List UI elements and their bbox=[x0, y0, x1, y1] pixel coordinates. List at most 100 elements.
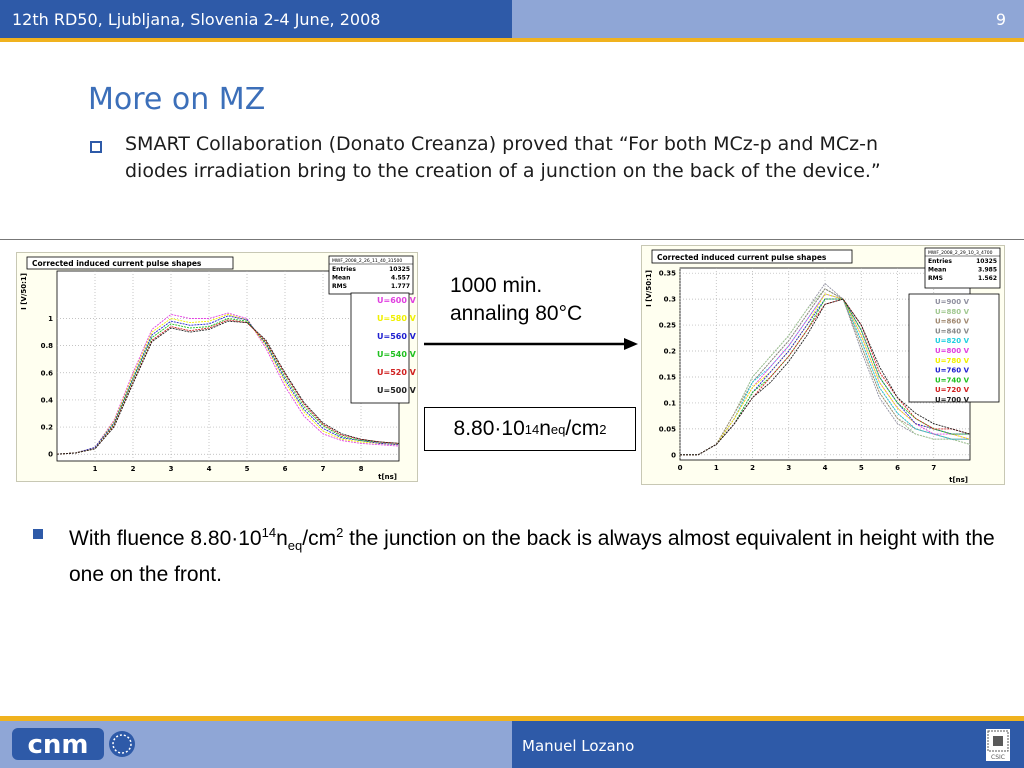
y-axis-label: I [V/50:1] bbox=[645, 270, 653, 307]
annealing-annotation: 1000 min. annaling 80°C bbox=[450, 272, 582, 328]
header-bar: 12th RD50, Ljubljana, Slovenia 2-4 June,… bbox=[0, 0, 1024, 38]
fluence-n: n bbox=[539, 417, 551, 440]
conclusion-exp: 14 bbox=[261, 525, 277, 540]
bullet-filled-icon bbox=[33, 529, 43, 539]
x-tick-label: 5 bbox=[859, 464, 864, 472]
x-tick-label: 7 bbox=[931, 464, 936, 472]
pulse-plot-left: 1 2 3 4 5 6 7 8 0 0.2 0.4 0.6 0.8 1 t[ns] I [V/50:1] Cor… bbox=[16, 252, 418, 482]
stats-row-value: 3.985 bbox=[978, 267, 997, 274]
y-axis-label: I [V/50:1] bbox=[20, 273, 28, 310]
legend-entry: U=500 V bbox=[377, 386, 417, 395]
x-tick-label: 8 bbox=[359, 465, 364, 473]
csic-logo-icon: CSIC bbox=[986, 729, 1010, 761]
y-tick-label: 0.05 bbox=[659, 425, 676, 433]
pulse-chart-left: 1 2 3 4 5 6 7 8 0 0.2 0.4 0.6 0.8 1 t[ns] I [V/50:1] Cor… bbox=[20, 255, 417, 481]
legend-entry: U=900 V bbox=[935, 298, 970, 306]
legend-entry: U=860 V bbox=[935, 318, 970, 326]
conclusion-text: With fluence 8.80·1014neq/cm2 the juncti… bbox=[69, 518, 1009, 589]
legend-entry: U=600 V bbox=[377, 296, 417, 305]
slide-title: More on MZ bbox=[88, 82, 266, 117]
x-tick-label: 2 bbox=[131, 465, 136, 473]
stats-row-value: 10325 bbox=[976, 258, 997, 265]
legend-entry: U=880 V bbox=[935, 308, 970, 316]
x-tick-label: 3 bbox=[169, 465, 174, 473]
conference-label: 12th RD50, Ljubljana, Slovenia 2-4 June,… bbox=[12, 10, 381, 29]
annealing-line-2: annaling 80°C bbox=[450, 302, 583, 325]
x-tick-label: 6 bbox=[283, 465, 288, 473]
stats-row-label: Entries bbox=[332, 266, 356, 273]
author-name: Manuel Lozano bbox=[522, 737, 635, 755]
legend-entry: U=720 V bbox=[935, 386, 970, 394]
y-tick-label: 0.35 bbox=[659, 270, 676, 278]
fluence-sub: eq bbox=[550, 421, 566, 437]
stats-row-value: 4.557 bbox=[391, 275, 410, 282]
legend-entry: U=840 V bbox=[935, 327, 970, 335]
y-tick-label: 0.4 bbox=[41, 396, 54, 404]
divider bbox=[0, 239, 1024, 240]
fluence-unit: /cm bbox=[565, 417, 600, 440]
y-tick-label: 0 bbox=[48, 451, 53, 459]
fluence-exponent: 14 bbox=[524, 421, 540, 437]
legend-entry: U=740 V bbox=[935, 376, 970, 384]
stats-name: MWF_2008_2_29_10_3_4700 bbox=[928, 250, 993, 256]
chart-title: Corrected induced current pulse shapes bbox=[32, 259, 202, 268]
y-tick-label: 0.25 bbox=[659, 322, 676, 330]
header-left-panel: 12th RD50, Ljubljana, Slovenia 2-4 June,… bbox=[0, 0, 512, 38]
cnm-logo-icon: cnm bbox=[12, 728, 135, 760]
plot-area bbox=[56, 270, 400, 462]
x-tick-label: 1 bbox=[714, 464, 719, 472]
x-tick-label: 2 bbox=[750, 464, 755, 472]
intro-paragraph: SMART Collaboration (Donato Creanza) pro… bbox=[125, 133, 881, 182]
x-tick-label: 4 bbox=[823, 464, 828, 472]
fluence-base: 8.80·10 bbox=[453, 417, 525, 440]
footer-bar: cnm Manuel Lozano CSIC bbox=[0, 721, 1024, 768]
legend-entry: U=700 V bbox=[935, 396, 970, 404]
y-tick-label: 0.8 bbox=[41, 342, 54, 350]
legend-entry: U=780 V bbox=[935, 357, 970, 365]
fluence-unit-exp: 2 bbox=[599, 421, 607, 437]
stats-row-label: Mean bbox=[332, 275, 350, 282]
y-tick-label: 1 bbox=[48, 315, 53, 323]
annealing-line-1: 1000 min. bbox=[450, 274, 543, 297]
stats-row-label: Mean bbox=[928, 267, 946, 274]
y-tick-label: 0.6 bbox=[41, 369, 54, 377]
x-tick-label: 7 bbox=[321, 465, 326, 473]
y-tick-label: 0.2 bbox=[664, 348, 677, 356]
stats-row-label: RMS bbox=[928, 275, 943, 282]
conclusion-n: n bbox=[276, 527, 288, 550]
legend-entry: U=540 V bbox=[377, 350, 417, 359]
y-tick-label: 0.3 bbox=[664, 296, 677, 304]
x-tick-label: 3 bbox=[786, 464, 791, 472]
svg-text:cnm: cnm bbox=[27, 730, 88, 760]
legend-entry: U=520 V bbox=[377, 368, 417, 377]
x-tick-label: 1 bbox=[93, 465, 98, 473]
footer-left-panel: cnm bbox=[0, 721, 512, 768]
pulse-plot-right: 0 1 2 3 4 5 6 7 0 0.05 0.1 0.15 0.2 0.25 0.3 0.35 t[ns] I… bbox=[641, 245, 1005, 485]
stats-row-value: 1.777 bbox=[391, 283, 410, 290]
x-tick-label: 6 bbox=[895, 464, 900, 472]
stats-row-value: 1.562 bbox=[978, 275, 997, 282]
x-tick-label: 5 bbox=[245, 465, 250, 473]
svg-text:CSIC: CSIC bbox=[991, 754, 1005, 761]
y-tick-label: 0.2 bbox=[41, 424, 54, 432]
legend-entry: U=580 V bbox=[377, 314, 417, 323]
x-tick-label: 4 bbox=[207, 465, 212, 473]
conclusion-unit: /cm bbox=[302, 527, 337, 550]
stats-row-value: 10325 bbox=[389, 266, 410, 273]
conclusion-pre: With fluence 8.80·10 bbox=[69, 527, 262, 550]
arrow-right-icon bbox=[424, 338, 638, 350]
y-tick-label: 0 bbox=[671, 451, 676, 459]
page-number: 9 bbox=[995, 10, 1006, 29]
legend-entry: U=800 V bbox=[935, 347, 970, 355]
chart-title: Corrected induced current pulse shapes bbox=[657, 253, 827, 262]
x-tick-label: 0 bbox=[678, 464, 683, 472]
fluence-box: 8.80·10 14 n eq/cm 2 bbox=[424, 407, 636, 451]
y-tick-label: 0.15 bbox=[659, 373, 676, 381]
bullet-square-icon bbox=[90, 141, 102, 153]
legend-entry: U=820 V bbox=[935, 337, 970, 345]
stats-row-label: RMS bbox=[332, 283, 347, 290]
conclusion-sub: eq bbox=[287, 538, 303, 554]
header-stripe bbox=[0, 38, 1024, 42]
y-tick-label: 0.1 bbox=[664, 399, 677, 407]
pulse-chart-right: 0 1 2 3 4 5 6 7 0 0.05 0.1 0.15 0.2 0.25 0.3 0.35 t[ns] I… bbox=[645, 247, 1001, 484]
